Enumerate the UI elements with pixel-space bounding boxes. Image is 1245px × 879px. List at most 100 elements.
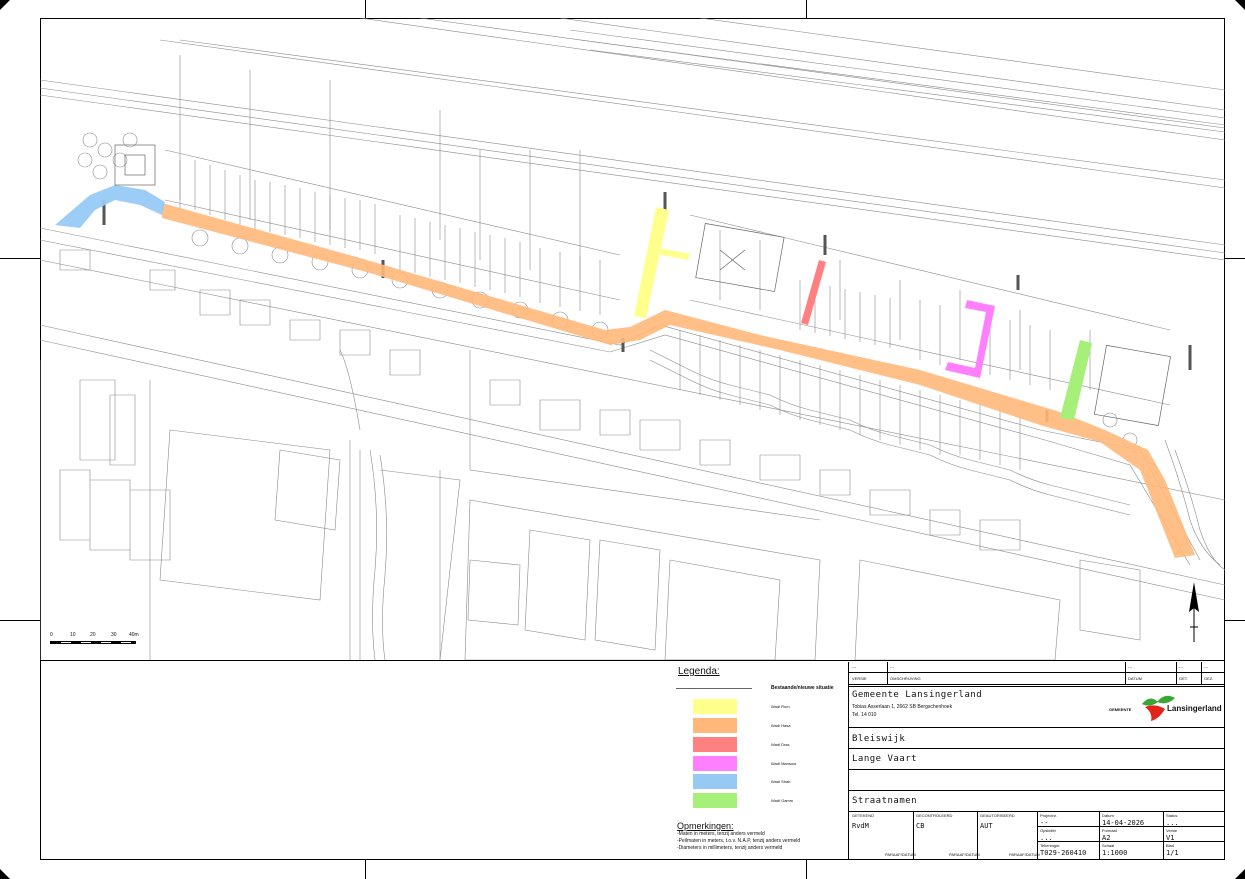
rev-cell: ...: [1179, 664, 1184, 670]
datum-label: Datum: [1102, 813, 1114, 818]
subject: Straatnamen: [852, 796, 918, 806]
legend-swatch: [693, 718, 737, 733]
gecontroleerd-value: CB: [916, 822, 925, 830]
wadi-gamm-route: [1060, 340, 1092, 420]
datum-value: 14-04-2026: [1102, 819, 1145, 827]
rev-cell: ...: [852, 664, 857, 670]
place-name: Bleiswijk: [852, 734, 906, 744]
map-area[interactable]: [40, 18, 1225, 661]
rev-cell: ...: [1128, 664, 1133, 670]
map-canvas: [40, 18, 1225, 661]
scale-label: 20: [90, 632, 96, 638]
projectnr-label: Projectnr.: [1040, 813, 1057, 818]
scale-label: 40m: [129, 632, 139, 638]
legend-item: Wadi Rum: [693, 699, 853, 715]
corner-triangle: [1235, 869, 1245, 879]
gecontroleerd-label: GECONTROLEERD: [916, 813, 953, 818]
getekend-value: RvdM: [852, 822, 869, 830]
legend-subtitle: Bestaande/nieuwe situatie: [771, 685, 834, 691]
crop-mark: [365, 0, 366, 18]
crop-mark: [1225, 258, 1245, 259]
legend-label: Wadi Mansour: [771, 761, 797, 766]
remarks-line: -Peilmaten in meters, t.o.v. N.A.P, tenz…: [677, 838, 801, 844]
projectnr-value: --: [1040, 819, 1049, 827]
legend-item: Wadi Mansour: [693, 756, 853, 772]
crop-mark: [365, 860, 366, 879]
corner-triangle: [1235, 0, 1245, 10]
paraaf-label: PARAAF/DATUM: [885, 852, 916, 857]
status-value: ...: [1166, 819, 1179, 827]
remarks-line: -Maten in meters, tenzij anders vermeld: [677, 831, 765, 837]
crop-mark: [1225, 620, 1245, 621]
opsteller-label: Opsteller: [1040, 828, 1057, 833]
header-get: GET.: [1179, 676, 1188, 681]
wadi-dras-route: [801, 260, 826, 325]
paraaf-label: PARAAF/DATUM: [949, 852, 980, 857]
wadi-mansour-route: [945, 300, 995, 378]
blad-label: Blad: [1166, 843, 1175, 848]
scale-label: 10: [70, 632, 76, 638]
rev-cell: ...: [1204, 664, 1209, 670]
legend-label: Wadi Hasa: [771, 723, 791, 728]
versie-label: Versie: [1166, 828, 1178, 833]
header-versie: VERSIE: [852, 676, 867, 681]
corner-triangle: [0, 0, 10, 10]
logo-text: Lansingerland: [1167, 704, 1222, 713]
wadi-rum-route: [634, 207, 690, 318]
remarks-line: -Diameters in millimeters, tenzij anders…: [677, 845, 783, 851]
legend-swatch: [693, 737, 737, 752]
legend-swatch: [693, 699, 737, 714]
header-omschrijving: OMSCHRIJVING: [890, 676, 921, 681]
status-label: Status: [1166, 813, 1178, 818]
legend-swatch: [693, 793, 737, 808]
crop-mark: [0, 620, 40, 621]
road-edge: [40, 227, 1201, 561]
rev-cell: ...: [890, 664, 895, 670]
geautoriseerd-label: GEAUTORISEERD: [980, 813, 1015, 818]
scale-label: 0: [50, 632, 53, 638]
paraaf-label: PARAAF/DATUM: [1009, 852, 1040, 857]
legend-title: Legenda:: [678, 666, 720, 677]
logo-small-text: GEMEENTE: [1109, 707, 1132, 712]
tekening-value: T029-260410: [1040, 849, 1087, 857]
legend-label: Wadi Gamm: [771, 798, 794, 803]
legend-item: Wadi Shab: [693, 774, 853, 790]
corner-triangle: [0, 869, 10, 879]
legend-item: Wadi Dras: [693, 737, 853, 753]
geautoriseerd-value: AUT: [980, 822, 993, 830]
org-name: Gemeente Lansingerland: [852, 690, 983, 700]
north-arrow-icon: [1189, 582, 1199, 642]
legend-item: Wadi Gamm: [693, 793, 853, 809]
tekening-label: Tekeningnr.: [1040, 843, 1061, 848]
versie-value: V1: [1166, 834, 1175, 842]
header-datum: DATUM: [1128, 676, 1142, 681]
remarks-title: Opmerkingen:: [677, 821, 734, 831]
legend-label: Wadi Shab: [771, 779, 791, 784]
schaal-label: Schaal: [1102, 843, 1115, 848]
getekend-label: GETEKEND: [852, 813, 875, 818]
title-block: ... ... ... ... ... VERSIE OMSCHRIJVING …: [848, 662, 1225, 859]
street-name: Lange Vaart: [852, 754, 918, 764]
legend-label: Wadi Dras: [771, 742, 790, 747]
legend-swatch: [693, 774, 737, 789]
remarks: Opmerkingen: -Maten in meters, tenzij an…: [677, 821, 837, 852]
scale-bar-graphic: [50, 641, 136, 644]
legend-label: Wadi Rum: [771, 704, 790, 709]
header-gez: GEZ.: [1204, 676, 1214, 681]
org-address: Tobias Asserlaan 1, 2662 SB Bergschenhoe…: [852, 704, 953, 710]
legend-divider: [676, 688, 752, 689]
crop-mark: [0, 258, 40, 259]
crop-mark: [806, 0, 807, 18]
scale-bar: 0 10 20 30 40m: [50, 632, 150, 652]
legend-swatch: [693, 756, 737, 771]
org-tel: Tel. 14 010: [852, 712, 877, 718]
schaal-value: 1:1000: [1102, 849, 1128, 857]
wadi-shab-route: [55, 185, 165, 228]
crop-mark: [806, 860, 807, 879]
legend-item: Wadi Hasa: [693, 718, 853, 734]
blad-value: 1/1: [1166, 849, 1179, 857]
scale-label: 30: [111, 632, 117, 638]
formaat-value: A2: [1102, 834, 1111, 842]
opsteller-value: ...: [1040, 834, 1053, 842]
formaat-label: Formaat: [1102, 828, 1117, 833]
